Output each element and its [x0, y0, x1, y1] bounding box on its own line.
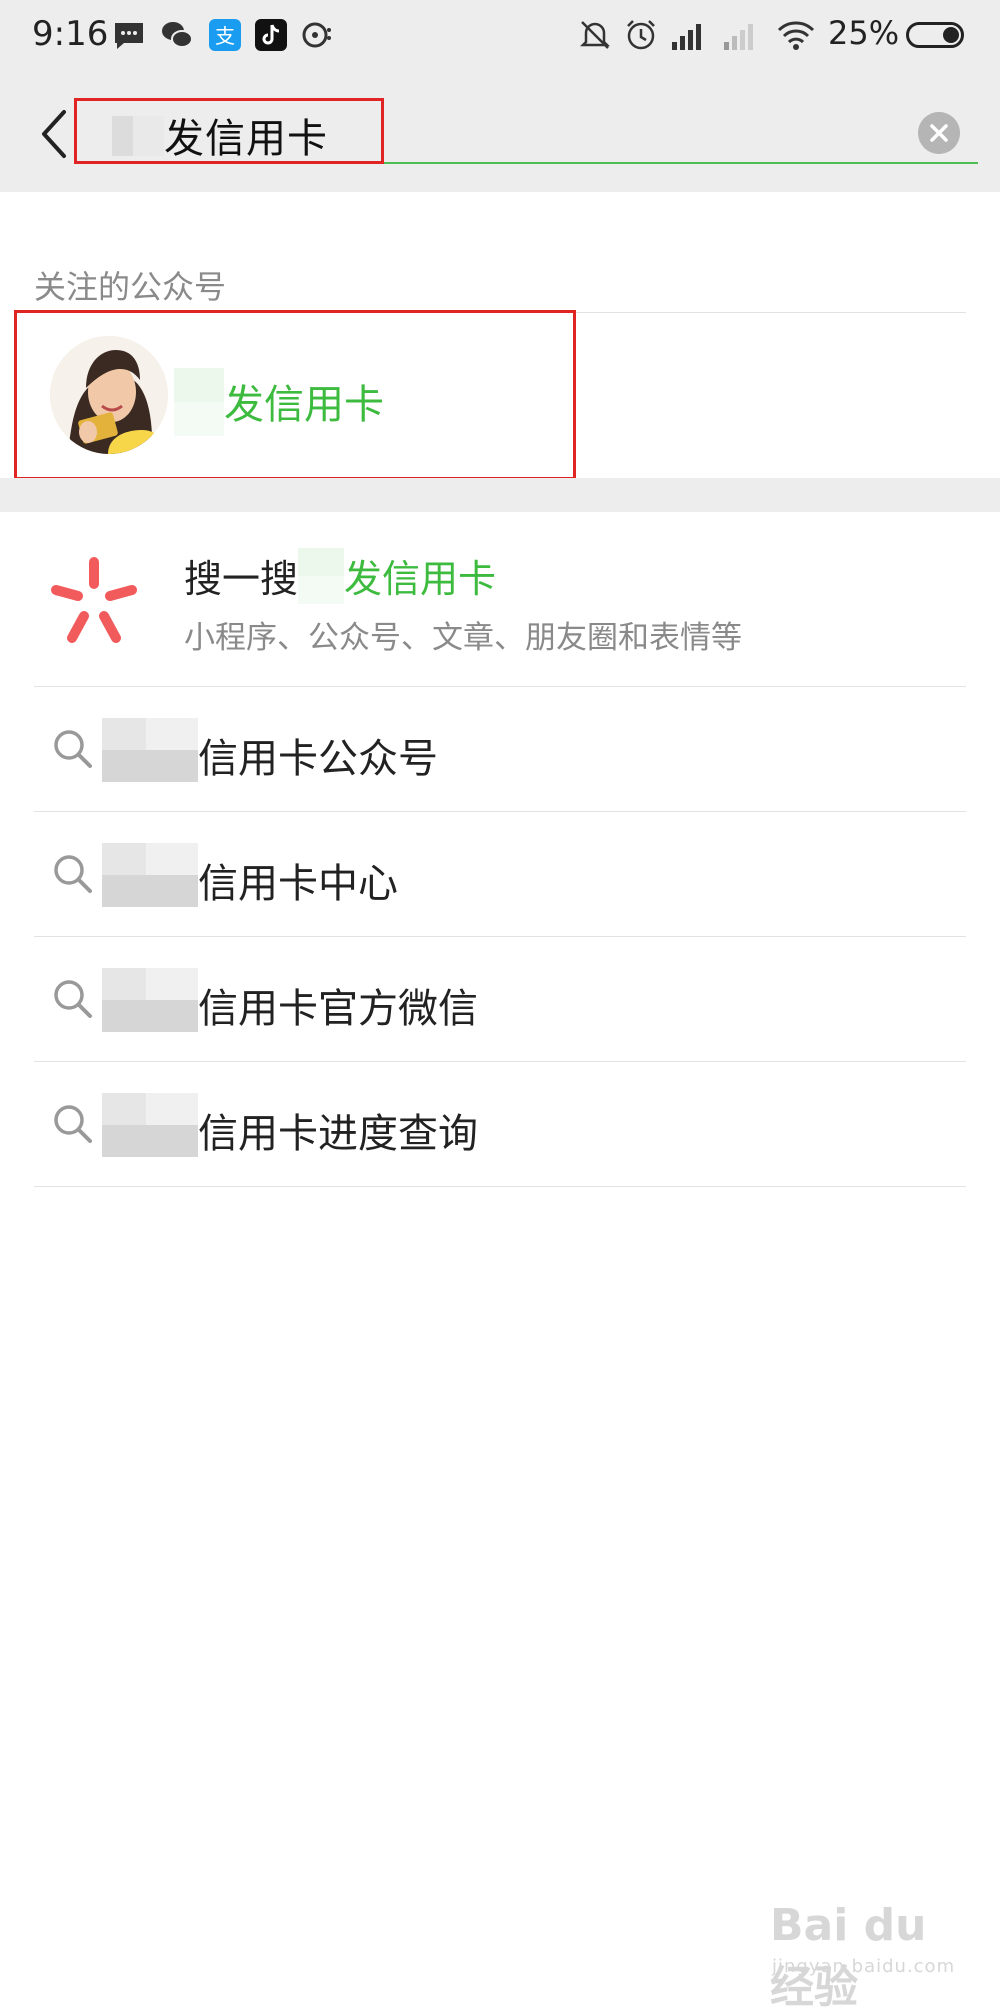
suggestion-text: 信用卡官方微信	[198, 986, 478, 1032]
divider	[34, 1061, 966, 1062]
suggestion-item[interactable]: 信用卡进度查询	[0, 1063, 1000, 1187]
wechat-icon	[162, 22, 193, 48]
search-icon	[54, 1105, 92, 1143]
highlight-box-search	[74, 98, 384, 164]
mosaic-redaction	[102, 843, 198, 907]
divider	[34, 686, 966, 687]
sou-yi-sou-subtitle: 小程序、公众号、文章、朋友圈和表情等	[184, 620, 742, 656]
mosaic-redaction	[102, 718, 198, 782]
status-bar: 9:16 支 25%	[0, 0, 1000, 72]
search-icon	[54, 855, 92, 893]
suggestion-item[interactable]: 信用卡官方微信	[0, 938, 1000, 1062]
section-label-followed: 关注的公众号	[34, 268, 227, 306]
section-separator	[0, 478, 1000, 512]
mosaic-redaction	[298, 548, 345, 604]
svg-text:支: 支	[215, 24, 235, 48]
search-icon	[54, 730, 92, 768]
search-bar: 发信用卡	[0, 72, 1000, 192]
divider	[34, 811, 966, 812]
mosaic-redaction	[102, 1093, 198, 1157]
suggestion-text: 信用卡中心	[198, 861, 398, 907]
sou-yi-sou-icon	[51, 557, 137, 643]
battery-icon	[906, 22, 964, 48]
suggestion-text: 信用卡公众号	[198, 736, 438, 782]
suggestion-text: 信用卡进度查询	[198, 1111, 478, 1157]
signal-weak-icon	[724, 24, 753, 50]
baidu-jingyan-watermark: Bai du 经验 jingyan.baidu.com	[770, 1900, 970, 2013]
suggestion-item[interactable]: 信用卡公众号	[0, 688, 1000, 812]
message-icon	[115, 23, 143, 49]
tiktok-icon	[255, 19, 287, 51]
alipay-icon: 支	[209, 19, 241, 51]
sou-yi-sou-row[interactable]: 搜一搜 发信用卡 小程序、公众号、文章、朋友圈和表情等	[0, 512, 1000, 686]
signal-icon	[672, 24, 701, 50]
mute-icon	[579, 21, 611, 49]
suggestion-item[interactable]: 信用卡中心	[0, 813, 1000, 937]
highlight-box-account	[14, 310, 576, 480]
watermark-url: jingyan.baidu.com	[772, 1956, 956, 1977]
sou-query: 发信用卡	[344, 557, 497, 601]
alarm-icon	[627, 20, 655, 50]
battery-percent: 25%	[828, 14, 900, 52]
sou-yi-sou-title: 搜一搜 发信用卡	[184, 548, 496, 604]
back-arrow-icon[interactable]	[32, 104, 76, 164]
divider	[34, 936, 966, 937]
wifi-icon	[777, 21, 815, 50]
search-icon	[54, 980, 92, 1018]
mosaic-redaction	[102, 968, 198, 1032]
status-time: 9:16	[32, 14, 109, 54]
divider	[34, 1186, 966, 1187]
sou-prefix: 搜一搜	[184, 557, 299, 601]
clear-icon[interactable]	[918, 112, 960, 154]
chat-icon	[302, 22, 331, 48]
